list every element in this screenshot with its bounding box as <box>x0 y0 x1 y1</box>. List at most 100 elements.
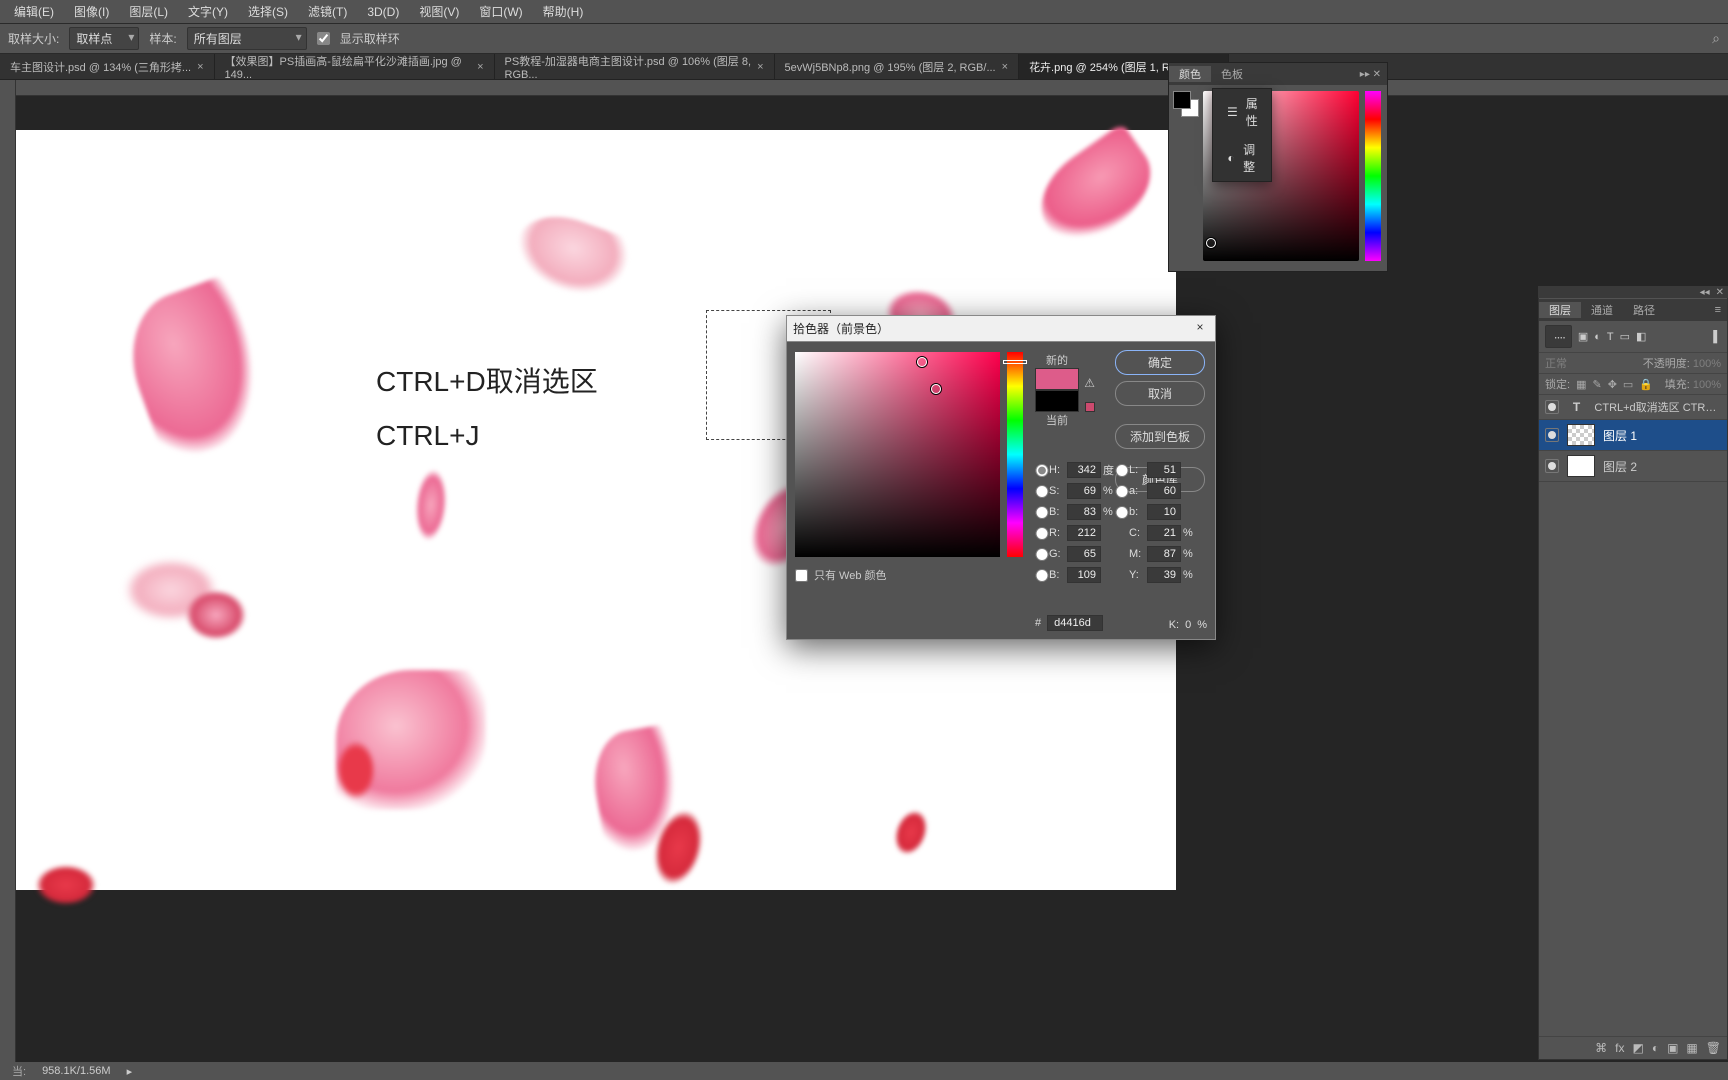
b-value[interactable]: 10 <box>1147 504 1181 520</box>
layer-row-1[interactable]: 图层 1 <box>1539 420 1727 451</box>
sv-field[interactable] <box>795 352 1000 557</box>
panel-menu-icon[interactable]: ≡ <box>1705 304 1727 316</box>
y-value[interactable]: 39 <box>1147 567 1181 583</box>
k-value[interactable]: 0 <box>1185 619 1191 631</box>
blend-mode-select[interactable]: 正常 <box>1545 355 1567 371</box>
new-color-swatch[interactable] <box>1035 368 1079 390</box>
layer-name[interactable]: 图层 1 <box>1603 427 1637 444</box>
visibility-toggle[interactable] <box>1545 459 1559 473</box>
sample-size-select[interactable]: 取样点 <box>69 27 139 50</box>
menu-item-properties[interactable]: ☰ 属性 <box>1213 89 1271 135</box>
search-icon[interactable]: ⌕ <box>1712 30 1720 47</box>
menu-image[interactable]: 图像(I) <box>64 3 119 20</box>
close-icon[interactable]: × <box>477 61 483 73</box>
hue-bar[interactable] <box>1007 352 1023 557</box>
new-layer-icon[interactable]: ▦ <box>1686 1041 1697 1055</box>
filter-smart-icon[interactable]: ◧ <box>1636 330 1646 343</box>
layer-name[interactable]: 图层 2 <box>1603 458 1637 475</box>
hue-strip[interactable] <box>1365 91 1381 261</box>
lock-pixels-icon[interactable]: ▦ <box>1576 378 1586 391</box>
menu-item-adjust[interactable]: ◐ 调整 <box>1213 135 1271 181</box>
lock-paint-icon[interactable]: ✎ <box>1592 378 1601 391</box>
l-value[interactable]: 51 <box>1147 462 1181 478</box>
lock-move-icon[interactable]: ✥ <box>1608 378 1617 391</box>
r-value[interactable]: 212 <box>1067 525 1101 541</box>
sv-cursor[interactable] <box>1206 238 1216 248</box>
ok-button[interactable]: 确定 <box>1115 350 1205 375</box>
opacity-value[interactable]: 100% <box>1693 358 1721 370</box>
doc-tab-0[interactable]: 车主图设计.psd @ 134% (三角形拷...× <box>0 54 215 79</box>
group-icon[interactable]: ▣ <box>1667 1041 1678 1055</box>
sample-select[interactable]: 所有图层 <box>187 27 307 50</box>
menu-type[interactable]: 文字(Y) <box>178 3 238 20</box>
layer-name[interactable]: CTRL+d取消选区 CTRL+J <box>1594 399 1721 415</box>
s-value[interactable]: 69 <box>1067 483 1101 499</box>
doc-tab-2[interactable]: PS教程-加湿器电商主图设计.psd @ 106% (图层 8, RGB...× <box>495 54 775 79</box>
radio-r[interactable] <box>1035 527 1049 540</box>
chevron-right-icon[interactable]: ▸ <box>121 1065 139 1078</box>
close-icon[interactable]: × <box>197 61 203 73</box>
g-value[interactable]: 65 <box>1067 546 1101 562</box>
menu-3d[interactable]: 3D(D) <box>357 5 409 19</box>
close-icon[interactable]: × <box>1002 61 1008 73</box>
radio-b[interactable] <box>1115 506 1129 519</box>
tab-layers[interactable]: 图层 <box>1539 302 1581 318</box>
menu-filter[interactable]: 滤镜(T) <box>298 3 357 20</box>
web-only-checkbox[interactable] <box>795 569 808 582</box>
tab-swatches[interactable]: 色板 <box>1211 66 1253 82</box>
show-ring-checkbox[interactable] <box>317 32 330 45</box>
fg-swatch[interactable] <box>1173 91 1191 109</box>
sv-cursor-alt[interactable] <box>931 384 941 394</box>
current-color-swatch[interactable] <box>1035 390 1079 412</box>
radio-a[interactable] <box>1115 485 1129 498</box>
filter-shape-icon[interactable]: ▭ <box>1620 330 1630 343</box>
color-picker-dialog[interactable]: 拾色器（前景色） × 新的 当前 ⚠ 确定 取消 添加到色板 颜色库 <box>786 315 1216 640</box>
mask-icon[interactable]: ◩ <box>1632 1041 1643 1055</box>
a-value[interactable]: 60 <box>1147 483 1181 499</box>
cancel-button[interactable]: 取消 <box>1115 381 1205 406</box>
dialog-titlebar[interactable]: 拾色器（前景色） × <box>787 316 1215 342</box>
radio-s[interactable] <box>1035 485 1049 498</box>
h-value[interactable]: 342 <box>1067 462 1101 478</box>
adjust-icon[interactable]: ◐ <box>1652 1041 1659 1055</box>
visibility-toggle[interactable] <box>1545 400 1559 414</box>
tab-color[interactable]: 颜色 <box>1169 66 1211 82</box>
panel-collapse-bar[interactable]: ◂◂✕ <box>1538 286 1728 298</box>
link-icon[interactable]: ⌘ <box>1595 1041 1607 1055</box>
radio-l[interactable] <box>1115 464 1129 477</box>
websafe-swatch[interactable] <box>1085 402 1095 412</box>
radio-g[interactable] <box>1035 548 1049 561</box>
sv-cursor-new[interactable] <box>917 357 927 367</box>
fg-bg-swatch[interactable] <box>1173 91 1199 117</box>
close-icon[interactable]: ✕ <box>1716 287 1724 298</box>
close-icon[interactable]: × <box>757 61 763 73</box>
hex-value[interactable]: d4416d <box>1047 615 1103 631</box>
ruler-horizontal[interactable] <box>16 80 1728 96</box>
c-value[interactable]: 21 <box>1147 525 1181 541</box>
doc-tab-3[interactable]: 5evWj5BNp8.png @ 195% (图层 2, RGB/...× <box>775 54 1020 79</box>
close-icon[interactable]: × <box>1191 320 1209 338</box>
radio-h[interactable] <box>1035 464 1049 477</box>
visibility-toggle[interactable] <box>1545 428 1559 442</box>
hue-slider[interactable] <box>1003 360 1027 364</box>
lock-all-icon[interactable]: 🔒 <box>1639 378 1653 391</box>
gamut-warning-icon[interactable]: ⚠ <box>1084 376 1095 390</box>
doc-tab-1[interactable]: 【效果图】PS插画高-鼠绘扁平化沙滩插画.jpg @ 149...× <box>215 54 495 79</box>
menu-help[interactable]: 帮助(H) <box>533 3 594 20</box>
layer-row-text[interactable]: T CTRL+d取消选区 CTRL+J <box>1539 395 1727 420</box>
panel-flyout-menu[interactable]: ☰ 属性 ◐ 调整 <box>1212 88 1272 182</box>
filter-type-icon[interactable]: T <box>1607 331 1614 343</box>
filter-image-icon[interactable]: ▣ <box>1578 330 1588 343</box>
menu-select[interactable]: 选择(S) <box>238 3 298 20</box>
menu-view[interactable]: 视图(V) <box>409 3 469 20</box>
menu-layer[interactable]: 图层(L) <box>119 3 178 20</box>
filter-toggle[interactable]: ▌ <box>1713 331 1721 343</box>
bb-value[interactable]: 109 <box>1067 567 1101 583</box>
add-swatch-button[interactable]: 添加到色板 <box>1115 424 1205 449</box>
fill-value[interactable]: 100% <box>1693 379 1721 391</box>
lock-artboard-icon[interactable]: ▭ <box>1623 378 1633 391</box>
radio-bv[interactable] <box>1035 506 1049 519</box>
filter-adjust-icon[interactable]: ◐ <box>1594 331 1601 343</box>
radio-bb[interactable] <box>1035 569 1049 582</box>
tab-channels[interactable]: 通道 <box>1581 302 1623 318</box>
